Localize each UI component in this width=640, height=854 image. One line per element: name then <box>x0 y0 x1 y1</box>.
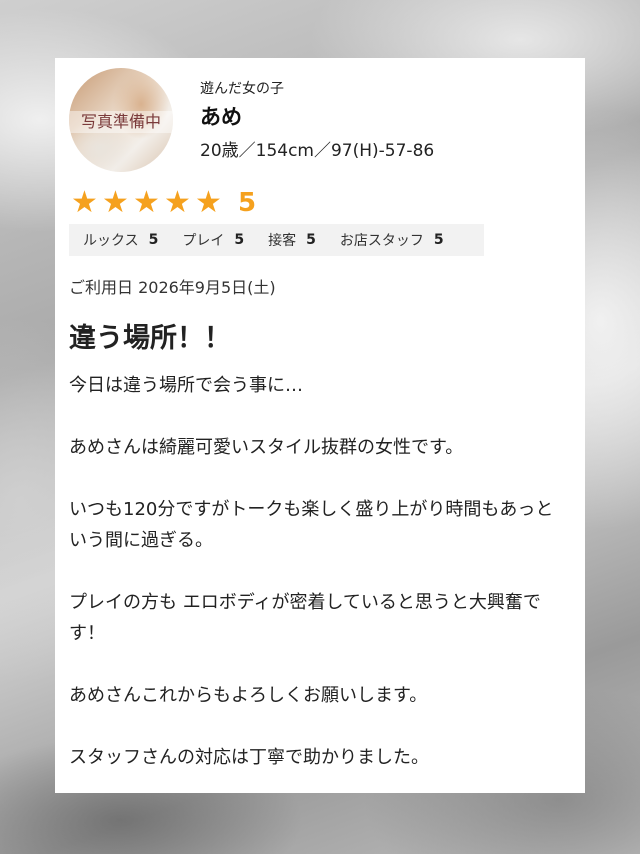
review-card: 写真準備中 遊んだ女の子 あめ 20歳／154cm／97(H)-57-86 ★ … <box>55 58 585 793</box>
rating-value: 5 <box>234 232 245 248</box>
rating-value: 5 <box>433 232 444 248</box>
girl-caption: 遊んだ女の子 <box>200 81 284 97</box>
rating-label: 接客 <box>268 233 297 249</box>
star-icon: ★ <box>164 185 191 220</box>
star-rating: ★ ★ ★ ★ ★ 5 <box>69 185 257 220</box>
review-paragraph: あめさんこれからもよろしくお願いします。 <box>69 685 428 706</box>
visit-date: ご利用日 2026年9月5日(土) <box>69 278 276 297</box>
rating-play: プレイ 5 <box>182 230 244 250</box>
rating-label: プレイ <box>182 233 225 249</box>
review-paragraph: スタッフさんの対応は丁寧で助かりました。 <box>69 747 429 768</box>
avatar[interactable]: 写真準備中 <box>69 68 173 172</box>
rating-label: ルックス <box>83 233 139 249</box>
rating-staff: お店スタッフ 5 <box>340 230 444 250</box>
girl-name[interactable]: あめ <box>200 101 242 131</box>
overall-score: 5 <box>238 188 257 218</box>
star-icon: ★ <box>102 185 129 220</box>
review-paragraph: プレイの方も エロボディが密着していると思うと大興奮です！ <box>69 592 541 644</box>
review-paragraph: 今日は違う場所で会う事に… <box>69 375 303 396</box>
review-title: 違う場所！！ <box>69 323 231 354</box>
rating-value: 5 <box>148 232 159 248</box>
star-icon: ★ <box>71 185 98 220</box>
avatar-placeholder-label: 写真準備中 <box>69 111 173 133</box>
review-paragraph: あめさんは綺麗可愛いスタイル抜群の女性です。 <box>69 437 464 458</box>
rating-breakdown: ルックス 5 プレイ 5 接客 5 お店スタッフ 5 <box>69 224 484 256</box>
star-icon: ★ <box>195 185 222 220</box>
rating-service: 接客 5 <box>268 230 316 250</box>
review-paragraph: いつも120分ですがトークも楽しく盛り上がり時間もあっという間に過ぎる。 <box>69 499 554 551</box>
rating-value: 5 <box>306 232 316 248</box>
rating-looks: ルックス 5 <box>83 230 158 250</box>
star-icon: ★ <box>133 185 160 220</box>
rating-label: お店スタッフ <box>339 233 424 249</box>
girl-specs: 20歳／154cm／97(H)-57-86 <box>200 141 435 161</box>
review-body: 今日は違う場所で会う事に… あめさんは綺麗可愛いスタイル抜群の女性です。 いつも… <box>69 370 569 804</box>
